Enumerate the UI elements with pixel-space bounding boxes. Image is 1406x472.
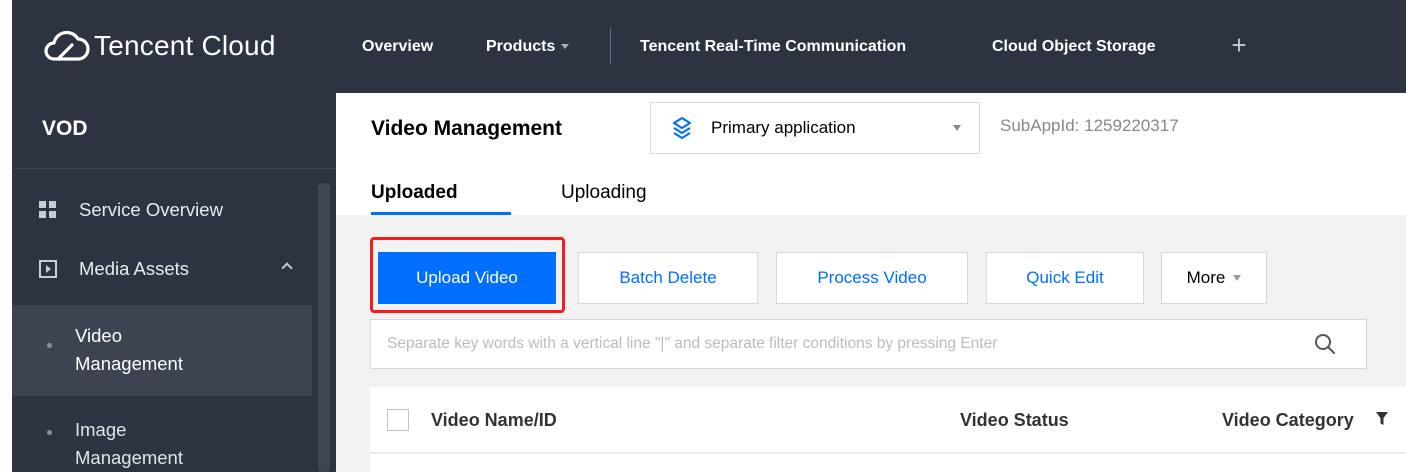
media-assets-icon	[39, 260, 57, 278]
search-box	[370, 319, 1367, 369]
sidebar-subitem-image-management[interactable]: Image Management	[75, 416, 183, 472]
process-video-button[interactable]: Process Video	[776, 252, 968, 304]
tab-uploading[interactable]: Uploading	[561, 182, 647, 204]
highlight-annotation	[370, 237, 565, 313]
more-button[interactable]: More	[1161, 252, 1267, 304]
subitem-line-2: Management	[75, 353, 183, 374]
application-icon	[672, 116, 692, 140]
column-header-video-name[interactable]: Video Name/ID	[431, 410, 557, 431]
search-icon[interactable]	[1313, 332, 1337, 356]
batch-delete-button[interactable]: Batch Delete	[578, 252, 758, 304]
search-input[interactable]	[371, 320, 1291, 368]
application-select[interactable]: Primary application	[650, 102, 980, 154]
select-all-checkbox[interactable]	[387, 409, 409, 431]
quick-edit-button[interactable]: Quick Edit	[986, 252, 1144, 304]
tencent-cloud-logo[interactable]: Tencent Cloud	[40, 24, 276, 68]
bullet-icon	[47, 343, 52, 348]
application-select-value: Primary application	[711, 118, 856, 137]
plus-icon[interactable]: +	[1226, 30, 1252, 60]
sidebar-item-label: Media Assets	[79, 258, 190, 279]
sidebar-title: VOD	[42, 117, 88, 140]
bullet-icon	[47, 430, 52, 435]
nav-overview[interactable]: Overview	[362, 0, 433, 93]
subitem-line-2: Management	[75, 447, 183, 468]
sidebar-divider	[12, 168, 336, 169]
left-edge	[0, 0, 12, 93]
table-header: Video Name/ID Video Status Video Categor…	[370, 387, 1406, 453]
active-tab-indicator	[371, 212, 511, 215]
more-button-label: More	[1186, 268, 1226, 287]
grid-icon	[39, 201, 56, 218]
nav-tencent-rtc[interactable]: Tencent Real-Time Communication	[640, 0, 906, 93]
cloud-logo-icon	[44, 30, 90, 61]
sidebar-subitem-video-management[interactable]: Video Management	[75, 322, 183, 378]
page-title: Video Management	[371, 117, 562, 140]
subappid-text: SubAppId: 1259220317	[1000, 116, 1179, 135]
sidebar-item-service-overview[interactable]: Service Overview	[12, 190, 312, 230]
sidebar-scrollbar[interactable]	[318, 183, 330, 472]
filter-icon[interactable]	[1375, 411, 1389, 427]
nav-products[interactable]: Products	[486, 0, 570, 93]
brand-name: Tencent Cloud	[94, 30, 276, 61]
chevron-down-icon	[1233, 275, 1242, 281]
tab-uploaded[interactable]: Uploaded	[371, 182, 458, 204]
subitem-line-1: Image	[75, 419, 127, 440]
column-header-video-category[interactable]: Video Category	[1222, 410, 1354, 431]
nav-products-label: Products	[486, 37, 556, 55]
sidebar-left-edge	[0, 93, 12, 472]
sidebar-item-media-assets[interactable]: Media Assets	[12, 250, 312, 290]
column-header-video-status[interactable]: Video Status	[960, 410, 1069, 431]
nav-cloud-object-storage[interactable]: Cloud Object Storage	[992, 0, 1156, 93]
nav-divider	[610, 28, 611, 64]
chevron-down-icon	[953, 125, 961, 131]
table-row[interactable]	[370, 454, 1406, 472]
chevron-down-icon	[561, 44, 570, 49]
subitem-line-1: Video	[75, 325, 122, 346]
sidebar-item-label: Service Overview	[79, 199, 223, 220]
